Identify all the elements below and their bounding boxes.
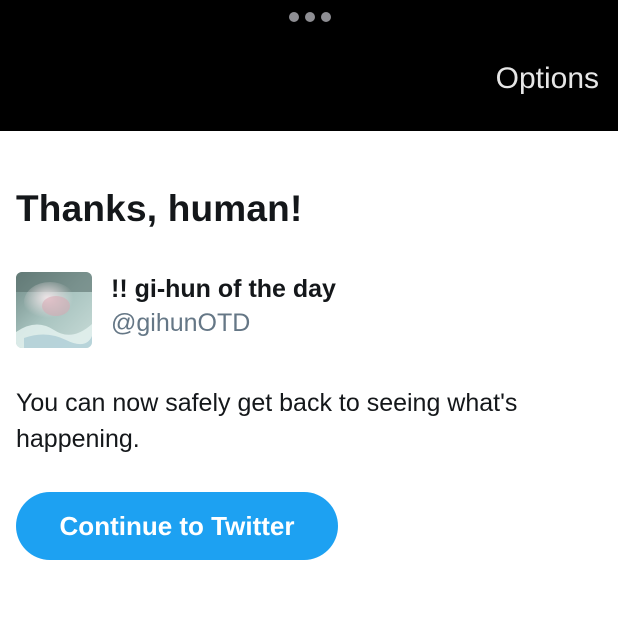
page-title: Thanks, human!	[16, 188, 303, 229]
options-button[interactable]: Options	[496, 62, 599, 96]
confirmation-panel: Thanks, human! !! gi-hun of the day @gih…	[0, 131, 618, 638]
continue-button[interactable]: Continue to Twitter	[16, 492, 338, 560]
account-card: !! gi-hun of the day @gihunOTD	[16, 272, 336, 348]
account-names: !! gi-hun of the day @gihunOTD	[111, 272, 336, 348]
confirmation-message: You can now safely get back to seeing wh…	[16, 389, 518, 453]
display-name: !! gi-hun of the day	[111, 275, 336, 303]
dot	[289, 12, 299, 22]
more-dots-icon[interactable]	[289, 12, 331, 22]
dot	[305, 12, 315, 22]
account-handle: @gihunOTD	[111, 309, 251, 337]
avatar	[16, 272, 92, 348]
dot	[321, 12, 331, 22]
top-bar: Options	[0, 0, 618, 131]
profile-photo-icon	[16, 272, 92, 348]
